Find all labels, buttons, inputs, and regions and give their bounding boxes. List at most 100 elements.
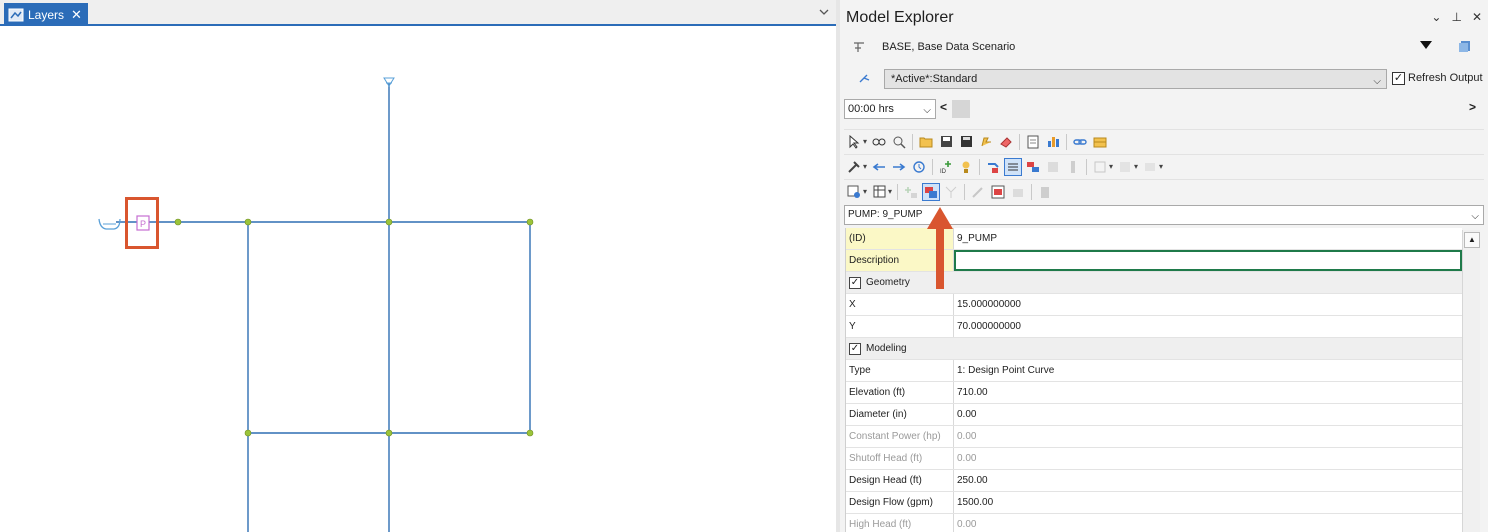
hammer-icon[interactable] — [846, 159, 862, 175]
property-row[interactable]: Constant Power (hp) 0.00 — [846, 426, 1462, 448]
property-value[interactable] — [1046, 338, 1462, 359]
grid-options-icon[interactable] — [1092, 159, 1108, 175]
properties-filter-icon[interactable] — [1004, 157, 1023, 176]
property-value[interactable]: 250.00 — [954, 470, 1462, 491]
time-select[interactable]: 00:00 hrs ⌵ — [844, 99, 936, 119]
property-value[interactable]: 710.00 — [954, 382, 1462, 403]
link-icon[interactable] — [1072, 134, 1088, 150]
close-tab-icon[interactable]: ✕ — [71, 8, 82, 21]
pump-callout-arrow — [927, 207, 953, 289]
select-tool-icon[interactable] — [846, 134, 862, 150]
property-value[interactable]: 0.00 — [954, 426, 1462, 447]
chevron-down-icon[interactable]: ▾ — [888, 187, 892, 196]
split-icon[interactable] — [943, 184, 959, 200]
layer-color-icon[interactable] — [990, 184, 1006, 200]
view-options-icon[interactable] — [1142, 159, 1158, 175]
zoom-icon[interactable] — [891, 134, 907, 150]
save-icon[interactable] — [938, 134, 954, 150]
property-value[interactable]: 0.00 — [954, 404, 1462, 425]
property-row[interactable]: Elevation (ft) 710.00 — [846, 382, 1462, 404]
scenario-name[interactable]: BASE, Base Data Scenario — [882, 41, 1015, 53]
forward-icon[interactable] — [891, 159, 907, 175]
chevron-down-icon[interactable]: ▾ — [1134, 162, 1138, 171]
highlight-icon[interactable] — [985, 159, 1001, 175]
junction-node[interactable] — [385, 429, 393, 437]
chevron-down-icon[interactable]: ▾ — [863, 187, 867, 196]
chevron-down-icon[interactable]: ▾ — [863, 162, 867, 171]
property-value[interactable]: 1500.00 — [954, 492, 1462, 513]
chevron-down-icon: ⌵ — [923, 105, 931, 116]
edit-icon[interactable] — [970, 184, 986, 200]
back-icon[interactable] — [871, 159, 887, 175]
refresh-output-checkbox[interactable]: ✓ — [1392, 72, 1405, 85]
scenario-manager-icon[interactable] — [1458, 39, 1472, 53]
open-icon[interactable] — [918, 134, 934, 150]
time-next-button[interactable]: > — [1469, 100, 1476, 114]
time-prev-button[interactable]: < — [940, 100, 947, 114]
pipe-tool-icon[interactable] — [1065, 159, 1081, 175]
pin-icon[interactable]: ⊥ — [1451, 10, 1461, 24]
category-collapse-icon[interactable]: ✓ — [849, 342, 861, 355]
category-label: Modeling — [866, 343, 907, 354]
property-value[interactable] — [1046, 272, 1462, 293]
property-row[interactable]: X 15.000000000 — [846, 294, 1462, 316]
network-canvas[interactable]: P — [0, 28, 836, 532]
junction-node[interactable] — [244, 429, 252, 437]
property-row[interactable]: Y 70.000000000 — [846, 316, 1462, 338]
report-icon[interactable] — [1025, 134, 1041, 150]
scroll-up-icon[interactable]: ▲ — [1464, 232, 1480, 248]
property-value[interactable]: 1: Design Point Curve — [954, 360, 1462, 381]
table-icon[interactable] — [1092, 134, 1108, 150]
color-code-icon[interactable] — [1025, 159, 1041, 175]
properties-scrollbar[interactable]: ▲ — [1462, 230, 1480, 532]
layout-icon[interactable] — [1117, 159, 1133, 175]
flextable-icon[interactable] — [871, 184, 887, 200]
align-icon[interactable] — [1010, 184, 1026, 200]
tank-tool-icon[interactable] — [1037, 184, 1053, 200]
eraser-icon[interactable] — [998, 134, 1014, 150]
toolbar-separator — [912, 133, 914, 150]
property-value[interactable]: 9_PUMP — [954, 228, 1462, 249]
graph-icon[interactable] — [1045, 134, 1061, 150]
save-as-icon[interactable] — [958, 134, 974, 150]
panel-menu-icon[interactable]: ⌄ — [1431, 10, 1441, 24]
tab-overflow-chevron-icon[interactable] — [818, 6, 830, 18]
junction-node[interactable] — [526, 218, 534, 226]
tab-layers[interactable]: Layers ✕ — [4, 3, 88, 26]
chevron-down-icon[interactable]: ▾ — [863, 137, 867, 146]
find-icon[interactable] — [871, 134, 887, 150]
property-value[interactable]: 0.00 — [954, 448, 1462, 469]
property-row[interactable]: High Head (ft) 0.00 — [846, 514, 1462, 532]
lamp-icon[interactable] — [958, 159, 974, 175]
property-value[interactable]: 15.000000000 — [954, 294, 1462, 315]
property-row[interactable]: Design Head (ft) 250.00 — [846, 470, 1462, 492]
pump-color-icon[interactable] — [922, 182, 941, 201]
query-icon[interactable] — [846, 184, 862, 200]
sync-icon[interactable] — [978, 134, 994, 150]
add-element-icon[interactable] — [903, 184, 919, 200]
property-row[interactable]: ✓ Modeling — [846, 338, 1462, 360]
history-icon[interactable] — [911, 159, 927, 175]
property-row[interactable]: Diameter (in) 0.00 — [846, 404, 1462, 426]
junction-node[interactable] — [385, 218, 393, 226]
category-collapse-icon[interactable]: ✓ — [849, 276, 861, 289]
property-value[interactable]: 0.00 — [954, 514, 1462, 532]
chevron-down-icon[interactable]: ▾ — [1159, 162, 1163, 171]
annotate-icon[interactable] — [1045, 159, 1061, 175]
property-row[interactable]: Shutoff Head (ft) 0.00 — [846, 448, 1462, 470]
close-panel-icon[interactable]: ✕ — [1472, 10, 1482, 24]
pump-highlight-box — [125, 197, 159, 249]
junction-node[interactable] — [174, 218, 182, 226]
property-row[interactable]: Type 1: Design Point Curve — [846, 360, 1462, 382]
property-value[interactable]: 70.000000000 — [954, 316, 1462, 337]
chevron-down-icon[interactable]: ▾ — [1109, 162, 1113, 171]
time-slider[interactable] — [952, 100, 970, 118]
junction-node[interactable] — [526, 429, 534, 437]
property-value[interactable] — [954, 250, 1462, 271]
scenario-dropdown-icon[interactable] — [1420, 41, 1432, 49]
add-id-icon[interactable]: ID — [938, 159, 954, 175]
profile-select[interactable]: *Active*:Standard ⌵ — [884, 69, 1387, 89]
junction-node[interactable] — [244, 218, 252, 226]
reservoir-symbol[interactable] — [98, 218, 121, 230]
property-row[interactable]: Design Flow (gpm) 1500.00 — [846, 492, 1462, 514]
